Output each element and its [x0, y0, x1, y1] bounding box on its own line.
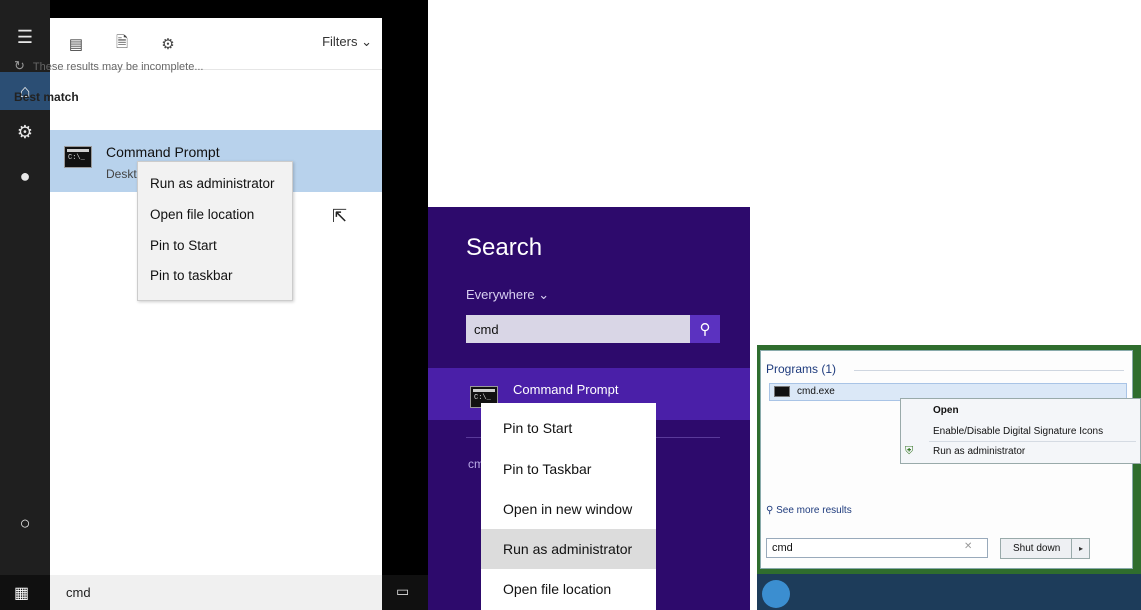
- gear-icon[interactable]: ⚙: [0, 113, 50, 151]
- menu-run-as-administrator[interactable]: Run as administrator: [933, 446, 1025, 457]
- win10-search-box[interactable]: [50, 575, 382, 610]
- see-more-results-link[interactable]: ⚲ See more results: [766, 505, 852, 516]
- win8-result-name: Command Prompt: [513, 382, 619, 397]
- menu-pin-to-start[interactable]: Pin to Start: [150, 238, 217, 253]
- win7-context-menu: Open Enable/Disable Digital Signature Ic…: [900, 398, 1141, 464]
- uac-shield-icon: ⛨: [905, 445, 914, 457]
- settings-icon[interactable]: ⚙: [156, 32, 180, 56]
- filters-label: Filters: [322, 34, 358, 49]
- apps-icon[interactable]: ▤: [64, 32, 88, 56]
- menu-open-file-location[interactable]: Open file location: [481, 569, 656, 609]
- clear-icon[interactable]: ✕: [964, 541, 972, 552]
- scope-label: Everywhere: [466, 287, 535, 302]
- menu-pin-to-taskbar[interactable]: Pin to taskbar: [150, 268, 233, 283]
- win8-search-input[interactable]: [466, 315, 690, 343]
- mouse-cursor-icon: ⇱: [332, 206, 348, 226]
- result-subtitle: Deskt: [106, 167, 137, 181]
- search-title: Search: [466, 234, 543, 261]
- win7-taskbar: [757, 574, 1141, 610]
- cmd-icon: [774, 386, 790, 397]
- menu-open-file-location[interactable]: Open file location: [150, 207, 254, 222]
- menu-open-in-new-window[interactable]: Open in new window: [481, 489, 656, 529]
- menu-digital-signature-icons[interactable]: Enable/Disable Digital Signature Icons: [933, 426, 1103, 437]
- win7-search-query[interactable]: cmd: [772, 542, 793, 554]
- win8-context-menu: Pin to Start Pin to Taskbar Open in new …: [481, 403, 656, 610]
- shutdown-label: Shut down: [1013, 543, 1061, 554]
- divider: [854, 370, 1124, 371]
- menu-run-as-administrator[interactable]: Run as administrator: [150, 176, 275, 191]
- windows-logo-icon[interactable]: ▦: [14, 583, 29, 603]
- shutdown-options-arrow-icon[interactable]: ▸: [1071, 538, 1090, 559]
- result-name: Command Prompt: [106, 144, 220, 160]
- win10-context-menu: Run as administrator Open file location …: [137, 161, 293, 301]
- filters-dropdown[interactable]: Filters ⌄: [322, 34, 372, 50]
- search-icon[interactable]: ⚲: [690, 315, 720, 343]
- start-orb-icon[interactable]: [762, 580, 790, 608]
- menu-open[interactable]: Open: [933, 405, 959, 416]
- menu-run-as-administrator[interactable]: Run as administrator: [481, 529, 656, 569]
- menu-pin-to-taskbar[interactable]: Pin to Taskbar: [481, 449, 656, 489]
- best-match-heading: Best match: [14, 90, 79, 104]
- user-icon[interactable]: ●: [0, 157, 50, 195]
- win7-search-input[interactable]: [766, 538, 988, 558]
- win7-result-name: cmd.exe: [797, 386, 835, 397]
- documents-icon[interactable]: 🗎: [110, 32, 134, 56]
- win10-left-rail: ☰ ⌂ ⚙ ● ○: [0, 0, 50, 575]
- incomplete-note-text: These results may be incomplete...: [32, 61, 204, 73]
- hamburger-icon[interactable]: ☰: [0, 18, 50, 56]
- see-more-label: See more results: [776, 505, 852, 516]
- search-icon: ⚲: [766, 505, 777, 516]
- cortana-circle-icon[interactable]: ○: [0, 504, 50, 542]
- menu-pin-to-start[interactable]: Pin to Start: [481, 408, 656, 448]
- refresh-icon: ↻: [14, 58, 25, 73]
- chevron-down-icon: ⌄: [361, 34, 372, 49]
- incomplete-results-note: ↻ These results may be incomplete...: [14, 58, 203, 74]
- win8-search-query[interactable]: cmd: [474, 322, 499, 337]
- search-scope-dropdown[interactable]: Everywhere ⌄: [466, 287, 549, 303]
- win10-search-query[interactable]: cmd: [66, 585, 91, 600]
- menu-separator: [929, 441, 1136, 442]
- task-view-icon[interactable]: ▭: [396, 583, 409, 600]
- cmd-icon: [64, 146, 92, 168]
- chevron-down-icon: ⌄: [538, 287, 550, 302]
- programs-heading: Programs (1): [766, 362, 837, 376]
